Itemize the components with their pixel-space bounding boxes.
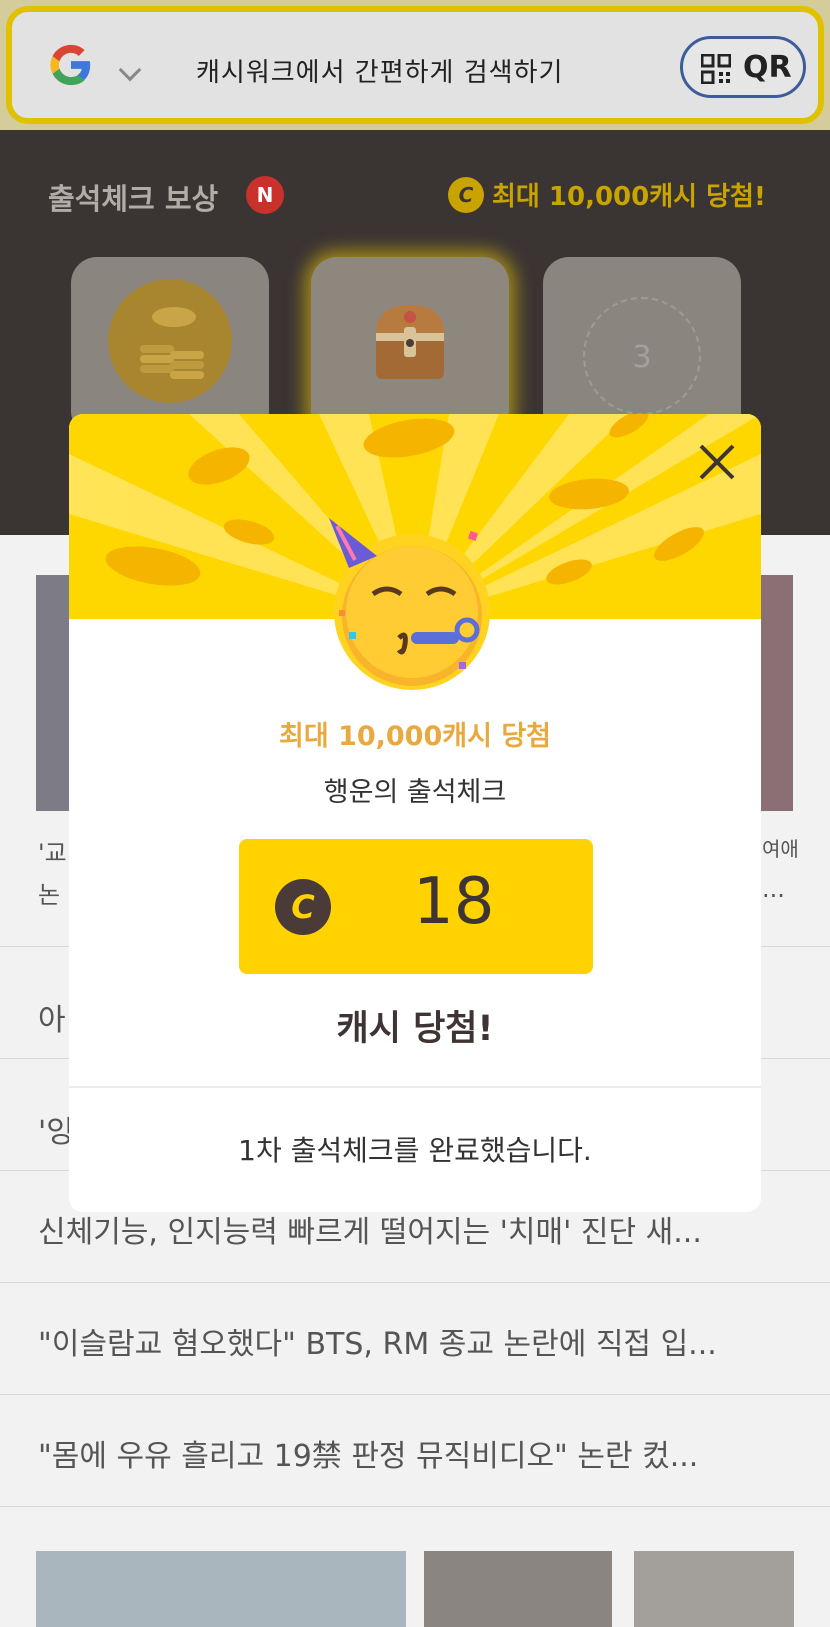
news-title[interactable]: "몸에 우유 흘리고 19禁 판정 뮤직비디오" 논란 컸... [38, 1431, 798, 1475]
news-fragment: 여애 [762, 837, 799, 861]
attendance-complete-text[interactable]: 1차 출석체크를 완료했습니다. [69, 1129, 761, 1169]
attendance-title: 출석체크 보상 [48, 182, 219, 216]
promo-banner: C 최대 10,000캐시 당첨! [448, 176, 766, 213]
reward-amount-box: C 18 [239, 839, 593, 974]
news-item[interactable]: "몸에 우유 흘리고 19禁 판정 뮤직비디오" 논란 컸... [0, 1394, 830, 1506]
new-badge: N [246, 176, 284, 214]
close-icon[interactable] [695, 440, 739, 484]
news-fragment: '교 [38, 839, 67, 867]
modal-divider [69, 1086, 761, 1088]
attendance-reward-modal: 최대 10,000캐시 당첨 행운의 출석체크 C 18 캐시 당첨! 1차 출… [69, 414, 761, 1212]
day-card-2[interactable] [311, 257, 509, 437]
cash-coin-icon: C [448, 176, 484, 213]
lucky-attendance-text: 행운의 출석체크 [323, 777, 507, 808]
news-thumbnail[interactable] [424, 1551, 612, 1627]
qr-code-icon [701, 54, 731, 84]
news-thumbnail[interactable] [36, 1551, 406, 1627]
day-3-number: 3 [583, 297, 701, 415]
news-item[interactable]: "이슬람교 혐오했다" BTS, RM 종교 논란에 직접 입... [0, 1282, 830, 1394]
treasure-chest-icon [376, 305, 444, 379]
reward-amount: 18 [413, 865, 495, 939]
qr-label: QR [743, 50, 792, 85]
day-card-1[interactable] [71, 257, 269, 437]
qr-button[interactable]: QR [680, 36, 806, 98]
cash-coin-icon: C [275, 879, 331, 935]
search-placeholder[interactable]: 캐시워크에서 간편하게 검색하기 [196, 52, 563, 89]
chevron-down-icon[interactable] [118, 58, 142, 82]
news-fragment: 논 [38, 881, 61, 909]
partying-face-emoji-icon [329, 518, 490, 690]
google-logo-icon[interactable] [48, 42, 94, 88]
news-thumbnail-right[interactable] [761, 575, 793, 811]
news-title[interactable]: "이슬람교 혐오했다" BTS, RM 종교 논란에 직접 입... [38, 1319, 798, 1363]
news-title[interactable]: 신체기능, 인지능력 빠르게 떨어지는 '치매' 진단 새... [38, 1207, 798, 1251]
news-fragment: ... [762, 875, 785, 903]
coin-stack-icon [108, 279, 232, 403]
max-reward-text: 최대 10,000캐시 당첨 [278, 721, 552, 752]
search-bar: 캐시워크에서 간편하게 검색하기 QR [0, 0, 830, 130]
cash-won-text: 캐시 당첨! [336, 1009, 494, 1049]
promo-text: 최대 10,000캐시 당첨! [492, 182, 766, 212]
news-thumbnail[interactable] [634, 1551, 794, 1627]
day-card-3[interactable]: 3 [543, 257, 741, 437]
search-box[interactable]: 캐시워크에서 간편하게 검색하기 QR [6, 6, 824, 124]
